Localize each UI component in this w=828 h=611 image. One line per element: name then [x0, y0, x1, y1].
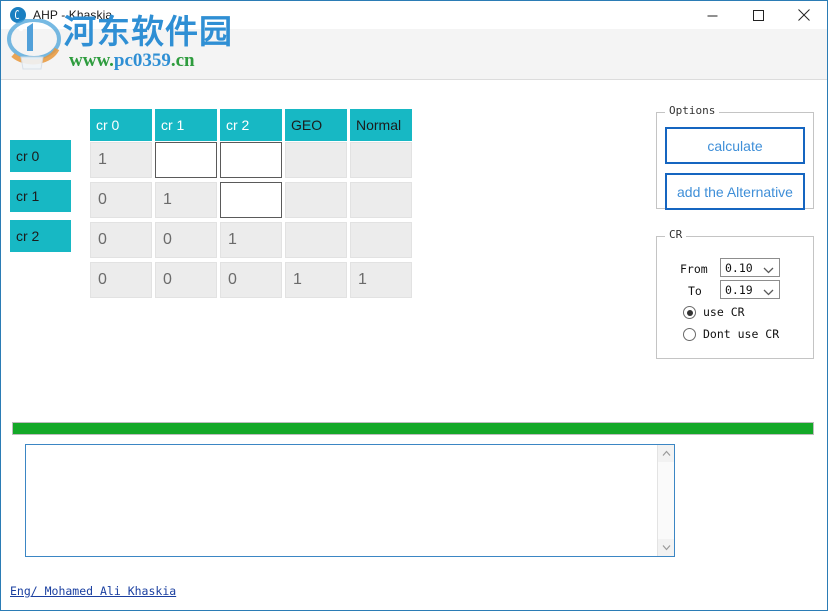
- matrix-col-header-2[interactable]: cr 2: [220, 109, 282, 141]
- chevron-down-icon: [763, 263, 774, 277]
- main-canvas: cr 0 cr 1 cr 2 GEO Normal cr 0 cr 1 cr 2…: [1, 80, 827, 610]
- options-groupbox-title: Options: [665, 105, 720, 116]
- cr-to-label: To: [688, 284, 702, 298]
- matrix-cell-0-normal: [350, 142, 412, 178]
- status-bar: Eng/ Mohamed Ali Khaskia: [1, 578, 827, 610]
- calculate-button[interactable]: calculate: [665, 127, 805, 164]
- progress-bar: [12, 422, 814, 435]
- ahp-app-icon: [10, 7, 26, 23]
- cr-to-value: 0.19: [725, 282, 753, 297]
- window-title: AHP - Khaskia: [33, 8, 113, 22]
- matrix-cell-2-geo: [285, 222, 347, 258]
- matrix-cell-1-geo: [285, 182, 347, 218]
- use-cr-label: use CR: [703, 304, 745, 319]
- matrix-cell-3-2: 0: [220, 262, 282, 298]
- matrix-row-header-2[interactable]: cr 2: [10, 220, 71, 252]
- use-cr-radio[interactable]: use CR: [683, 306, 745, 319]
- matrix-col-header-geo[interactable]: GEO: [285, 109, 347, 141]
- matrix-row-header-0[interactable]: cr 0: [10, 140, 71, 172]
- matrix-cell-0-2[interactable]: [220, 142, 282, 178]
- cr-to-select[interactable]: 0.19: [720, 280, 780, 299]
- matrix-cell-3-0: 0: [90, 262, 152, 298]
- matrix-cell-3-normal: 1: [350, 262, 412, 298]
- options-groupbox: Options calculate add the Alternative: [656, 105, 814, 210]
- matrix-col-header-normal[interactable]: Normal: [350, 109, 412, 141]
- chevron-down-icon: [763, 285, 774, 299]
- add-alternative-button[interactable]: add the Alternative: [665, 173, 805, 210]
- matrix-cell-2-2: 1: [220, 222, 282, 258]
- matrix-cell-2-1: 0: [155, 222, 217, 258]
- scrollbar-track[interactable]: [658, 462, 674, 539]
- app-window: AHP - Khaskia 河东软件园 www.pc0359.cn cr 0 c…: [0, 0, 828, 611]
- matrix-cell-2-0: 0: [90, 222, 152, 258]
- matrix-cell-0-geo: [285, 142, 347, 178]
- radio-selected-icon: [683, 306, 696, 319]
- matrix-cell-1-normal: [350, 182, 412, 218]
- matrix-col-header-0[interactable]: cr 0: [90, 109, 152, 141]
- title-bar: AHP - Khaskia: [1, 1, 827, 29]
- matrix-col-header-1[interactable]: cr 1: [155, 109, 217, 141]
- window-controls: [689, 1, 827, 29]
- toolbar-strip: [1, 29, 827, 80]
- scroll-down-icon[interactable]: [658, 539, 675, 556]
- matrix-cell-0-1[interactable]: [155, 142, 217, 178]
- matrix-row-header-1[interactable]: cr 1: [10, 180, 71, 212]
- matrix-cell-1-2[interactable]: [220, 182, 282, 218]
- output-textarea[interactable]: [25, 444, 675, 557]
- matrix-cell-3-1: 0: [155, 262, 217, 298]
- cr-groupbox: CR From 0.10 To 0.19 use CR Dont use CR: [656, 229, 814, 359]
- scroll-up-icon[interactable]: [658, 445, 675, 462]
- close-icon[interactable]: [781, 1, 827, 29]
- matrix-cell-1-0: 0: [90, 182, 152, 218]
- maximize-icon[interactable]: [735, 1, 781, 29]
- dont-use-cr-radio[interactable]: Dont use CR: [683, 328, 779, 341]
- cr-from-label: From: [680, 262, 708, 276]
- matrix-cell-2-normal: [350, 222, 412, 258]
- output-scrollbar[interactable]: [657, 445, 674, 556]
- radio-unselected-icon: [683, 328, 696, 341]
- dont-use-cr-label: Dont use CR: [703, 326, 780, 341]
- cr-groupbox-title: CR: [665, 229, 687, 240]
- matrix-cell-1-1: 1: [155, 182, 217, 218]
- author-link[interactable]: Eng/ Mohamed Ali Khaskia: [10, 584, 176, 598]
- cr-from-select[interactable]: 0.10: [720, 258, 780, 277]
- minimize-icon[interactable]: [689, 1, 735, 29]
- matrix-cell-0-0: 1: [90, 142, 152, 178]
- cr-from-value: 0.10: [725, 260, 753, 275]
- matrix-cell-3-geo: 1: [285, 262, 347, 298]
